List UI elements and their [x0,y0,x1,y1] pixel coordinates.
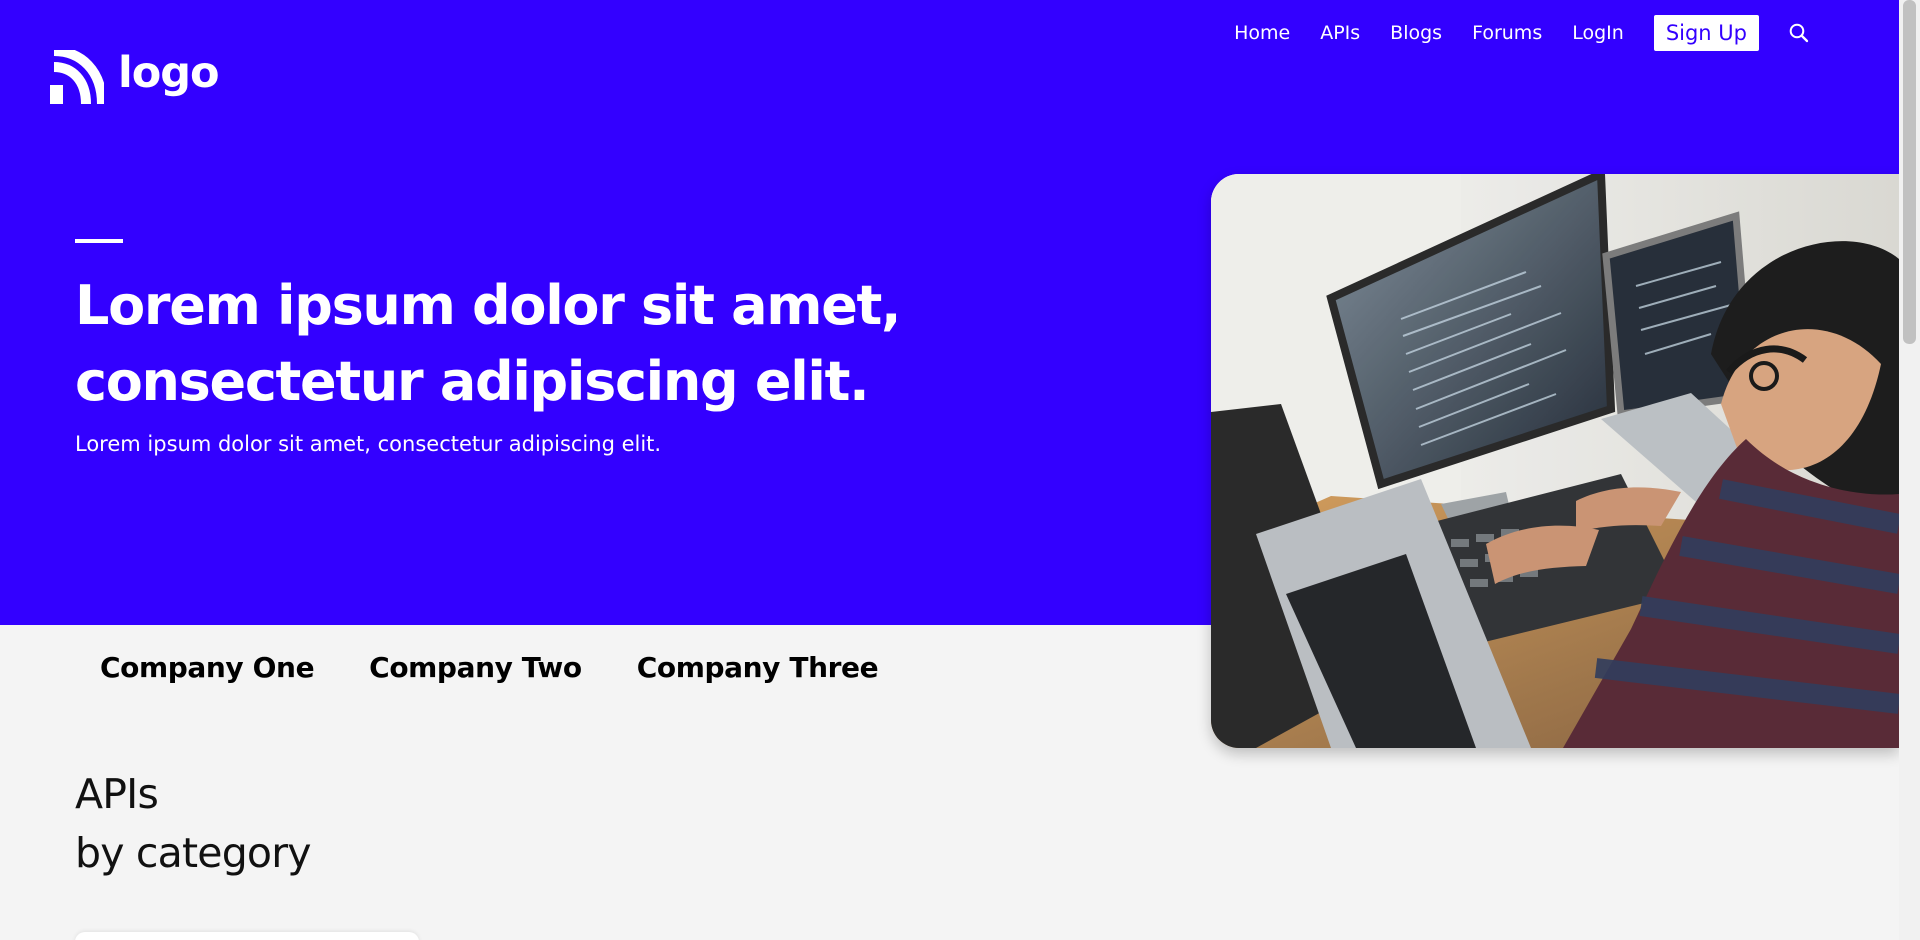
logo-link[interactable]: logo [50,47,220,104]
section-title-line-1: APIs [75,770,159,818]
nav-blogs-link[interactable]: Blogs [1390,22,1442,44]
developer-workspace-image [1211,174,1899,748]
hero-title: Lorem ipsum dolor sit amet, consectetur … [75,274,902,413]
company-one-logo: Company One [100,651,315,684]
page: logo Home APIs Blogs Forums LogIn Sign U… [0,0,1920,940]
company-logo-row: Company One Company Two Company Three [100,651,879,684]
hero-subtitle: Lorem ipsum dolor sit amet, consectetur … [75,432,662,456]
nav-forums-link[interactable]: Forums [1472,22,1542,44]
logo-icon [50,50,104,104]
scrollbar-thumb[interactable] [1903,0,1916,344]
section-title-line-2: by category [75,829,312,878]
nav-home-link[interactable]: Home [1234,22,1290,44]
company-two-logo: Company Two [369,651,582,684]
hero-accent-line [75,239,123,243]
sign-up-button[interactable]: Sign Up [1653,15,1759,52]
top-navigation: Home APIs Blogs Forums LogIn Sign Up [1234,15,1811,52]
nav-apis-link[interactable]: APIs [1320,22,1360,44]
apis-by-category-heading: APIs by category [75,765,312,884]
company-three-logo: Company Three [636,651,879,684]
vertical-scrollbar[interactable] [1899,0,1920,940]
nav-login-link[interactable]: LogIn [1572,22,1624,44]
hero-image-developer-workspace [1211,174,1899,748]
category-card-peek[interactable] [75,932,419,940]
logo-text: logo [118,47,220,98]
search-icon[interactable] [1787,21,1811,45]
